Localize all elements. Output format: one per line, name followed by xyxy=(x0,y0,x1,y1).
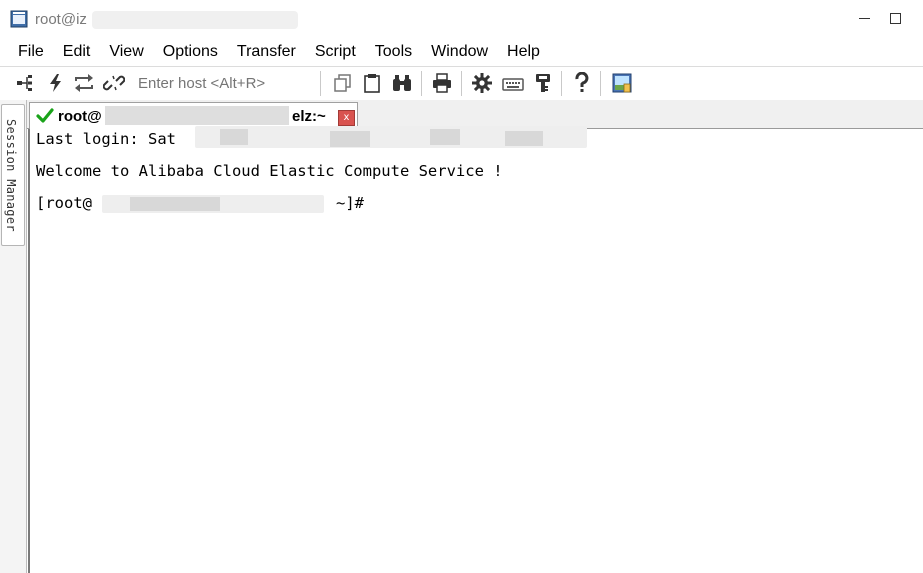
key-agent-icon[interactable] xyxy=(531,72,555,94)
session-manager-panel: Session Manager xyxy=(0,100,27,573)
copy-icon[interactable] xyxy=(331,72,355,94)
session-tab[interactable]: root@ elz:~ x xyxy=(29,102,358,129)
redacted-block xyxy=(430,129,460,145)
help-icon[interactable] xyxy=(570,72,594,94)
menu-options[interactable]: Options xyxy=(154,38,228,66)
window-title: root@iz xyxy=(35,11,87,28)
redacted-hostname xyxy=(105,106,289,125)
host-input[interactable] xyxy=(130,72,324,94)
redacted-block xyxy=(220,129,248,145)
disconnect-icon[interactable] xyxy=(102,72,126,94)
keymap-keyboard-icon[interactable] xyxy=(501,72,525,94)
menu-bar: File Edit View Options Transfer Script T… xyxy=(0,38,923,66)
toolbar-separator xyxy=(561,71,562,96)
menu-help[interactable]: Help xyxy=(498,38,550,66)
terminal-output[interactable]: Last login: Sat Welcome to Alibaba Cloud… xyxy=(28,126,923,573)
tab-title: root@ xyxy=(58,108,102,125)
session-manager-label: Session Manager xyxy=(4,119,18,232)
terminal-line-welcome: Welcome to Alibaba Cloud Elastic Compute… xyxy=(36,162,503,180)
menu-transfer[interactable]: Transfer xyxy=(228,38,306,66)
minimize-button[interactable] xyxy=(855,8,875,28)
toolbar xyxy=(0,66,923,101)
tab-close-button[interactable]: x xyxy=(338,110,355,126)
toolbar-separator xyxy=(600,71,601,96)
title-bar: root@iz xyxy=(0,0,923,38)
redacted-block xyxy=(330,131,370,147)
menu-tools[interactable]: Tools xyxy=(366,38,422,66)
redacted-block xyxy=(130,197,220,211)
paste-icon[interactable] xyxy=(360,72,384,94)
redacted-block xyxy=(505,131,543,146)
redacted-hostname xyxy=(92,11,298,29)
securecrt-terminal-icon xyxy=(10,10,28,28)
toolbar-separator xyxy=(421,71,422,96)
maximize-button[interactable] xyxy=(886,8,906,28)
menu-window[interactable]: Window xyxy=(422,38,498,66)
menu-script[interactable]: Script xyxy=(306,38,366,66)
menu-edit[interactable]: Edit xyxy=(54,38,101,66)
session-manager-tab[interactable]: Session Manager xyxy=(1,104,25,246)
toolbar-separator xyxy=(320,71,321,96)
terminal-line-prompt-suffix: ~]# xyxy=(336,194,364,212)
find-binoculars-icon[interactable] xyxy=(390,72,414,94)
menu-file[interactable]: File xyxy=(0,38,54,66)
tab-title-suffix: elz:~ xyxy=(292,108,326,125)
menu-view[interactable]: View xyxy=(100,38,153,66)
session-tab-bar: root@ elz:~ x xyxy=(27,100,923,129)
terminal-line-last-login: Last login: Sat xyxy=(36,130,176,148)
settings-gear-icon[interactable] xyxy=(470,72,494,94)
connected-check-icon xyxy=(36,108,54,123)
sftp-icon[interactable] xyxy=(610,72,634,94)
terminal-line-prompt-prefix: [root@ xyxy=(36,194,92,212)
connect-tree-icon[interactable] xyxy=(13,72,37,94)
quick-connect-lightning-icon[interactable] xyxy=(44,72,68,94)
reconnect-icon[interactable] xyxy=(72,72,96,94)
toolbar-separator xyxy=(461,71,462,96)
print-icon[interactable] xyxy=(430,72,454,94)
